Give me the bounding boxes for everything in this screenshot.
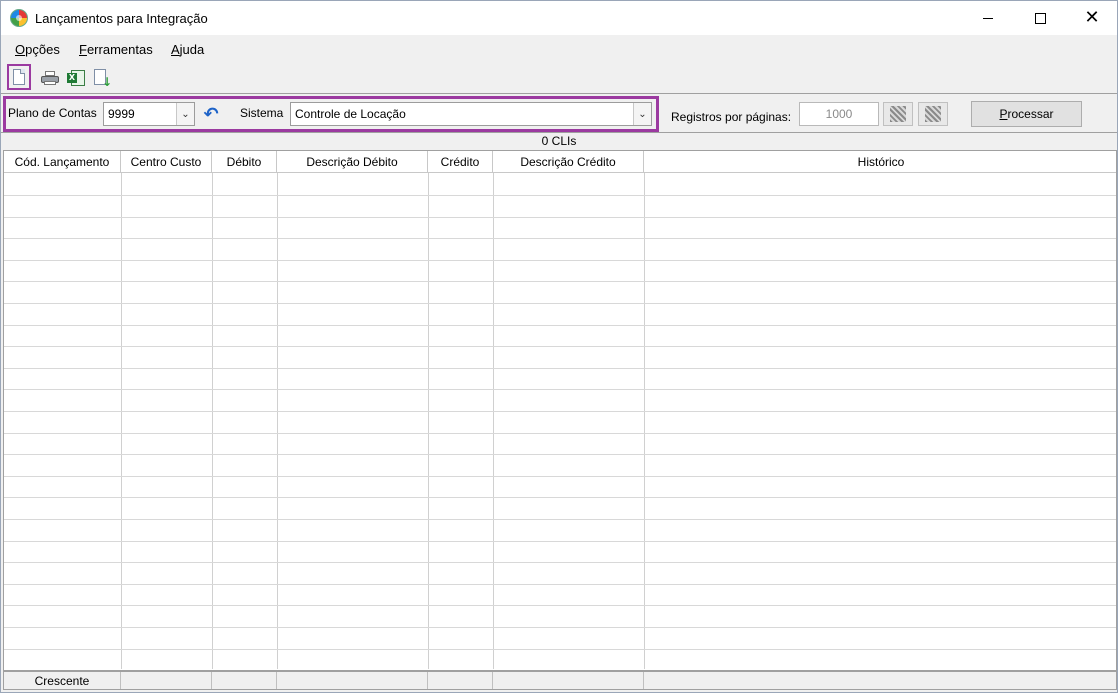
registros-label: Registros por páginas: [671,110,792,124]
data-grid[interactable]: Cód. Lançamento Centro Custo Débito Desc… [3,150,1117,690]
toolbar: X ↓ [1,63,1117,93]
grid-row-divider [4,368,1116,369]
window-title: Lançamentos para Integração [35,11,208,26]
grid-row-divider [4,433,1116,434]
next-page-icon [925,106,941,122]
grid-row-divider [4,519,1116,520]
grid-row-divider [4,217,1116,218]
grid-row-divider [4,562,1116,563]
footer-cell [277,672,428,689]
minimize-icon [983,17,993,19]
title-bar: Lançamentos para Integração ✕ [1,1,1117,35]
menu-ajuda[interactable]: Ajuda [171,42,204,57]
maximize-button[interactable] [1017,1,1063,35]
grid-row-divider [4,238,1116,239]
menu-bar: Opções Ferramentas Ajuda [1,35,1117,63]
grid-row-divider [4,389,1116,390]
sistema-label: Sistema [240,106,284,120]
grid-row-divider [4,497,1116,498]
new-button[interactable] [7,64,31,90]
registros-por-pagina-input[interactable]: 1000 [799,102,879,126]
minimize-button[interactable] [965,1,1011,35]
processar-button[interactable]: Processar [971,101,1082,127]
maximize-icon [1034,12,1046,24]
footer-cell [212,672,277,689]
grid-row-divider [4,541,1116,542]
excel-export-icon: X [67,70,85,86]
export-download-icon: ↓ [94,69,112,88]
grid-row-divider [4,411,1116,412]
grid-footer: Crescente [4,670,1116,689]
column-header-credito[interactable]: Crédito [428,151,493,173]
grid-row-divider [4,325,1116,326]
footer-sort-order: Crescente [4,672,121,689]
print-icon [41,71,59,85]
chevron-down-icon[interactable]: ⌄ [633,103,651,125]
menu-ferramentas[interactable]: Ferramentas [79,42,153,57]
close-icon: ✕ [1084,7,1100,28]
grid-column-divider [428,173,429,669]
undo-icon[interactable]: ↶ [199,102,223,126]
grid-row-divider [4,584,1116,585]
column-header-descricao-credito[interactable]: Descrição Crédito [493,151,644,173]
column-header-historico[interactable]: Histórico [644,151,1116,173]
grid-row-divider [4,476,1116,477]
footer-cell [493,672,644,689]
menu-opcoes[interactable]: Opções [15,42,60,57]
sistema-select[interactable]: Controle de Locação ⌄ [290,102,652,126]
previous-page-button[interactable] [883,102,913,126]
new-document-icon [13,69,25,85]
grid-row-divider [4,649,1116,650]
plano-de-contas-label: Plano de Contas [8,106,97,120]
record-count: 0 CLIs [541,134,577,148]
close-button[interactable]: ✕ [1069,1,1115,35]
app-logo-icon [10,9,28,27]
grid-row-divider [4,627,1116,628]
plano-de-contas-select[interactable]: 9999 ⌄ [103,102,195,126]
grid-column-divider [644,173,645,669]
grid-row-divider [4,346,1116,347]
grid-column-divider [121,173,122,669]
footer-cell [428,672,493,689]
grid-row-divider [4,605,1116,606]
grid-column-divider [212,173,213,669]
grid-column-divider [277,173,278,669]
grid-row-divider [4,454,1116,455]
grid-row-divider [4,195,1116,196]
filter-bar: Plano de Contas 9999 ⌄ ↶ Sistema Control… [1,93,1117,133]
column-header-descricao-debito[interactable]: Descrição Débito [277,151,428,173]
next-page-button[interactable] [918,102,948,126]
grid-row-divider [4,281,1116,282]
column-header-cod-lancamento[interactable]: Cód. Lançamento [4,151,121,173]
footer-cell [121,672,212,689]
previous-page-icon [890,106,906,122]
excel-export-button[interactable]: X [65,66,87,90]
chevron-down-icon[interactable]: ⌄ [176,103,194,125]
export-button[interactable]: ↓ [91,66,113,90]
app-window: Lançamentos para Integração ✕ Opções Fer… [0,0,1118,693]
column-header-debito[interactable]: Débito [212,151,277,173]
column-header-centro-custo[interactable]: Centro Custo [121,151,212,173]
grid-row-divider [4,260,1116,261]
print-button[interactable] [39,66,61,90]
grid-column-divider [493,173,494,669]
grid-row-divider [4,303,1116,304]
